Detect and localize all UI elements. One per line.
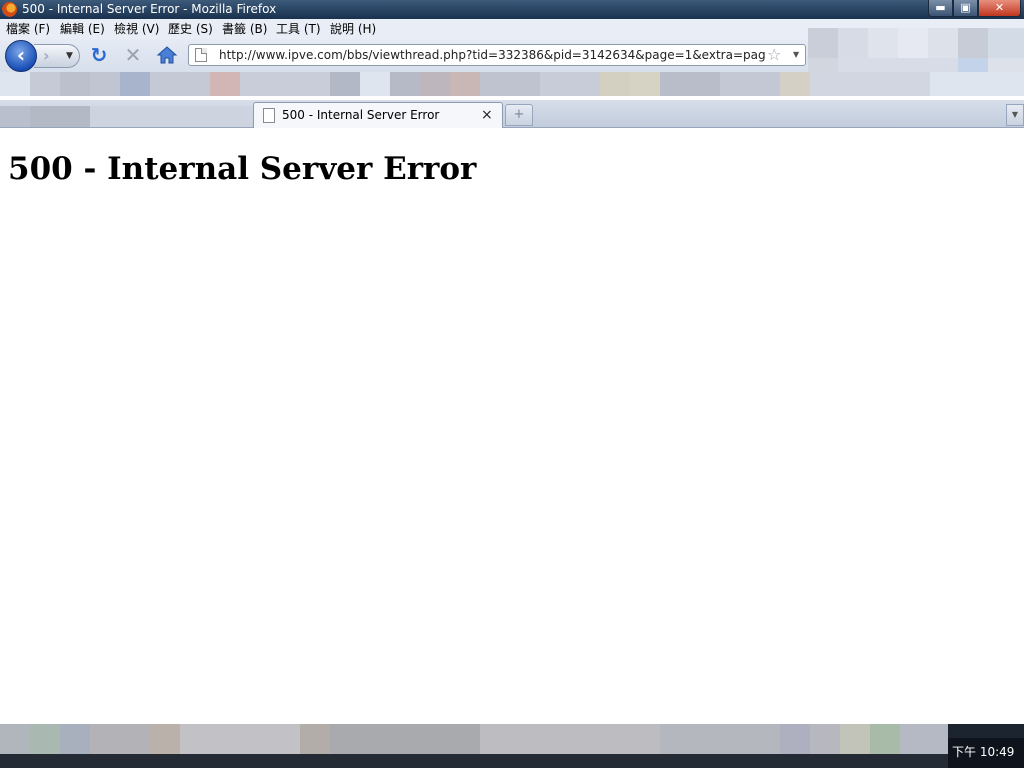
blurred-bookmark[interactable]	[660, 72, 720, 96]
blurred-taskbar-strip	[0, 754, 948, 768]
bookmark-star-icon[interactable]: ☆	[767, 46, 781, 64]
url-input[interactable]: http://www.ipve.com/bbs/viewthread.php?t…	[219, 47, 765, 63]
blurred-bookmark[interactable]	[210, 72, 240, 96]
blurred-region	[958, 58, 988, 72]
bookmarks-toolbar	[0, 72, 1024, 96]
blurred-bookmark[interactable]	[120, 72, 150, 96]
blurred-bookmark[interactable]	[30, 72, 60, 96]
blurred-bookmark[interactable]	[390, 72, 420, 96]
blurred-bookmark[interactable]	[810, 72, 930, 96]
blurred-taskbar-item[interactable]	[150, 724, 180, 754]
history-dropdown-icon[interactable]: ▼	[66, 48, 73, 64]
blurred-bookmark[interactable]	[450, 72, 480, 96]
blurred-taskbar-item[interactable]	[660, 724, 780, 754]
blurred-region	[808, 28, 838, 58]
blurred-tab[interactable]	[90, 106, 252, 127]
blurred-taskbar-item[interactable]	[0, 724, 30, 754]
blurred-taskbar-item[interactable]	[480, 724, 660, 754]
blurred-taskbar-item[interactable]	[330, 724, 480, 754]
address-bar[interactable]: http://www.ipve.com/bbs/viewthread.php?t…	[188, 44, 806, 66]
blurred-bookmark[interactable]	[630, 72, 660, 96]
tab-active[interactable]: 500 - Internal Server Error ×	[253, 102, 503, 128]
blurred-region	[838, 58, 958, 72]
stop-icon[interactable]: ✕	[123, 44, 143, 66]
forward-arrow-icon: ›	[43, 46, 50, 65]
window-title: 500 - Internal Server Error - Mozilla Fi…	[22, 2, 277, 16]
blurred-taskbar-item[interactable]	[810, 724, 840, 754]
window-titlebar: 500 - Internal Server Error - Mozilla Fi…	[0, 0, 1024, 19]
blurred-taskbar-item[interactable]	[900, 724, 948, 754]
blurred-region	[988, 58, 1024, 72]
close-tab-icon[interactable]: ×	[481, 107, 493, 123]
blurred-taskbar-item[interactable]	[180, 724, 300, 754]
page-icon	[263, 108, 275, 123]
blurred-region	[898, 28, 928, 58]
menu-edit[interactable]: 編輯 (E)	[60, 21, 105, 37]
blurred-taskbar-item[interactable]	[30, 724, 60, 754]
reload-icon[interactable]: ↻	[89, 44, 109, 66]
blurred-taskbar-item[interactable]	[300, 724, 330, 754]
menu-history[interactable]: 歷史 (S)	[168, 21, 213, 37]
blurred-bookmark[interactable]	[540, 72, 600, 96]
blurred-bookmark[interactable]	[150, 72, 210, 96]
taskbar	[0, 724, 1024, 768]
blurred-region	[808, 58, 838, 72]
blurred-bookmark[interactable]	[720, 72, 780, 96]
firefox-logo-icon	[2, 2, 17, 17]
forward-button[interactable]: › ▼	[34, 44, 80, 68]
url-history-dropdown-icon[interactable]: ▼	[793, 47, 799, 63]
blurred-region	[928, 28, 958, 58]
blurred-taskbar-item[interactable]	[90, 724, 150, 754]
blurred-region	[958, 28, 988, 58]
blurred-bookmark[interactable]	[240, 72, 330, 96]
page-icon	[195, 48, 207, 62]
blurred-bookmark[interactable]	[60, 72, 90, 96]
home-icon[interactable]	[156, 45, 178, 65]
blurred-bookmark[interactable]	[780, 72, 810, 96]
blurred-taskbar-item[interactable]	[840, 724, 870, 754]
error-heading: 500 - Internal Server Error	[8, 151, 477, 187]
blurred-tab[interactable]	[0, 106, 30, 127]
blurred-taskbar-item[interactable]	[60, 724, 90, 754]
blurred-taskbar-item[interactable]	[780, 724, 810, 754]
taskbar-clock[interactable]: 下午 10:49	[952, 745, 1014, 760]
menu-tools[interactable]: 工具 (T)	[276, 21, 321, 37]
maximize-button[interactable]: ▣	[953, 0, 978, 17]
tab-label: 500 - Internal Server Error	[282, 108, 440, 122]
blurred-tab[interactable]	[30, 106, 90, 127]
blurred-region	[868, 28, 898, 58]
blurred-region	[988, 28, 1024, 58]
menu-help[interactable]: 說明 (H)	[330, 21, 376, 37]
minimize-button[interactable]: ▬	[928, 0, 953, 17]
navigation-toolbar: › ▼ ‹ ↻ ✕ http://www.ipve.com/bbs/viewth…	[0, 28, 1024, 72]
tab-list-button[interactable]: ▼	[1006, 104, 1024, 126]
close-window-button[interactable]: ✕	[978, 0, 1021, 17]
menu-view[interactable]: 檢視 (V)	[114, 21, 159, 37]
blurred-bookmark[interactable]	[330, 72, 360, 96]
blurred-bookmark[interactable]	[420, 72, 450, 96]
new-tab-button[interactable]: +	[505, 104, 533, 126]
blurred-bookmark[interactable]	[90, 72, 120, 96]
blurred-bookmark[interactable]	[600, 72, 630, 96]
tab-strip: 500 - Internal Server Error × + ▼	[0, 100, 1024, 128]
menu-file[interactable]: 檔案 (F)	[6, 21, 50, 37]
menu-bookmarks[interactable]: 書籤 (B)	[222, 21, 267, 37]
blurred-taskbar-item[interactable]	[870, 724, 900, 754]
back-button[interactable]: ‹	[5, 40, 37, 72]
blurred-bookmark[interactable]	[480, 72, 540, 96]
blurred-region	[838, 28, 868, 58]
page-content: 500 - Internal Server Error	[0, 129, 1024, 724]
